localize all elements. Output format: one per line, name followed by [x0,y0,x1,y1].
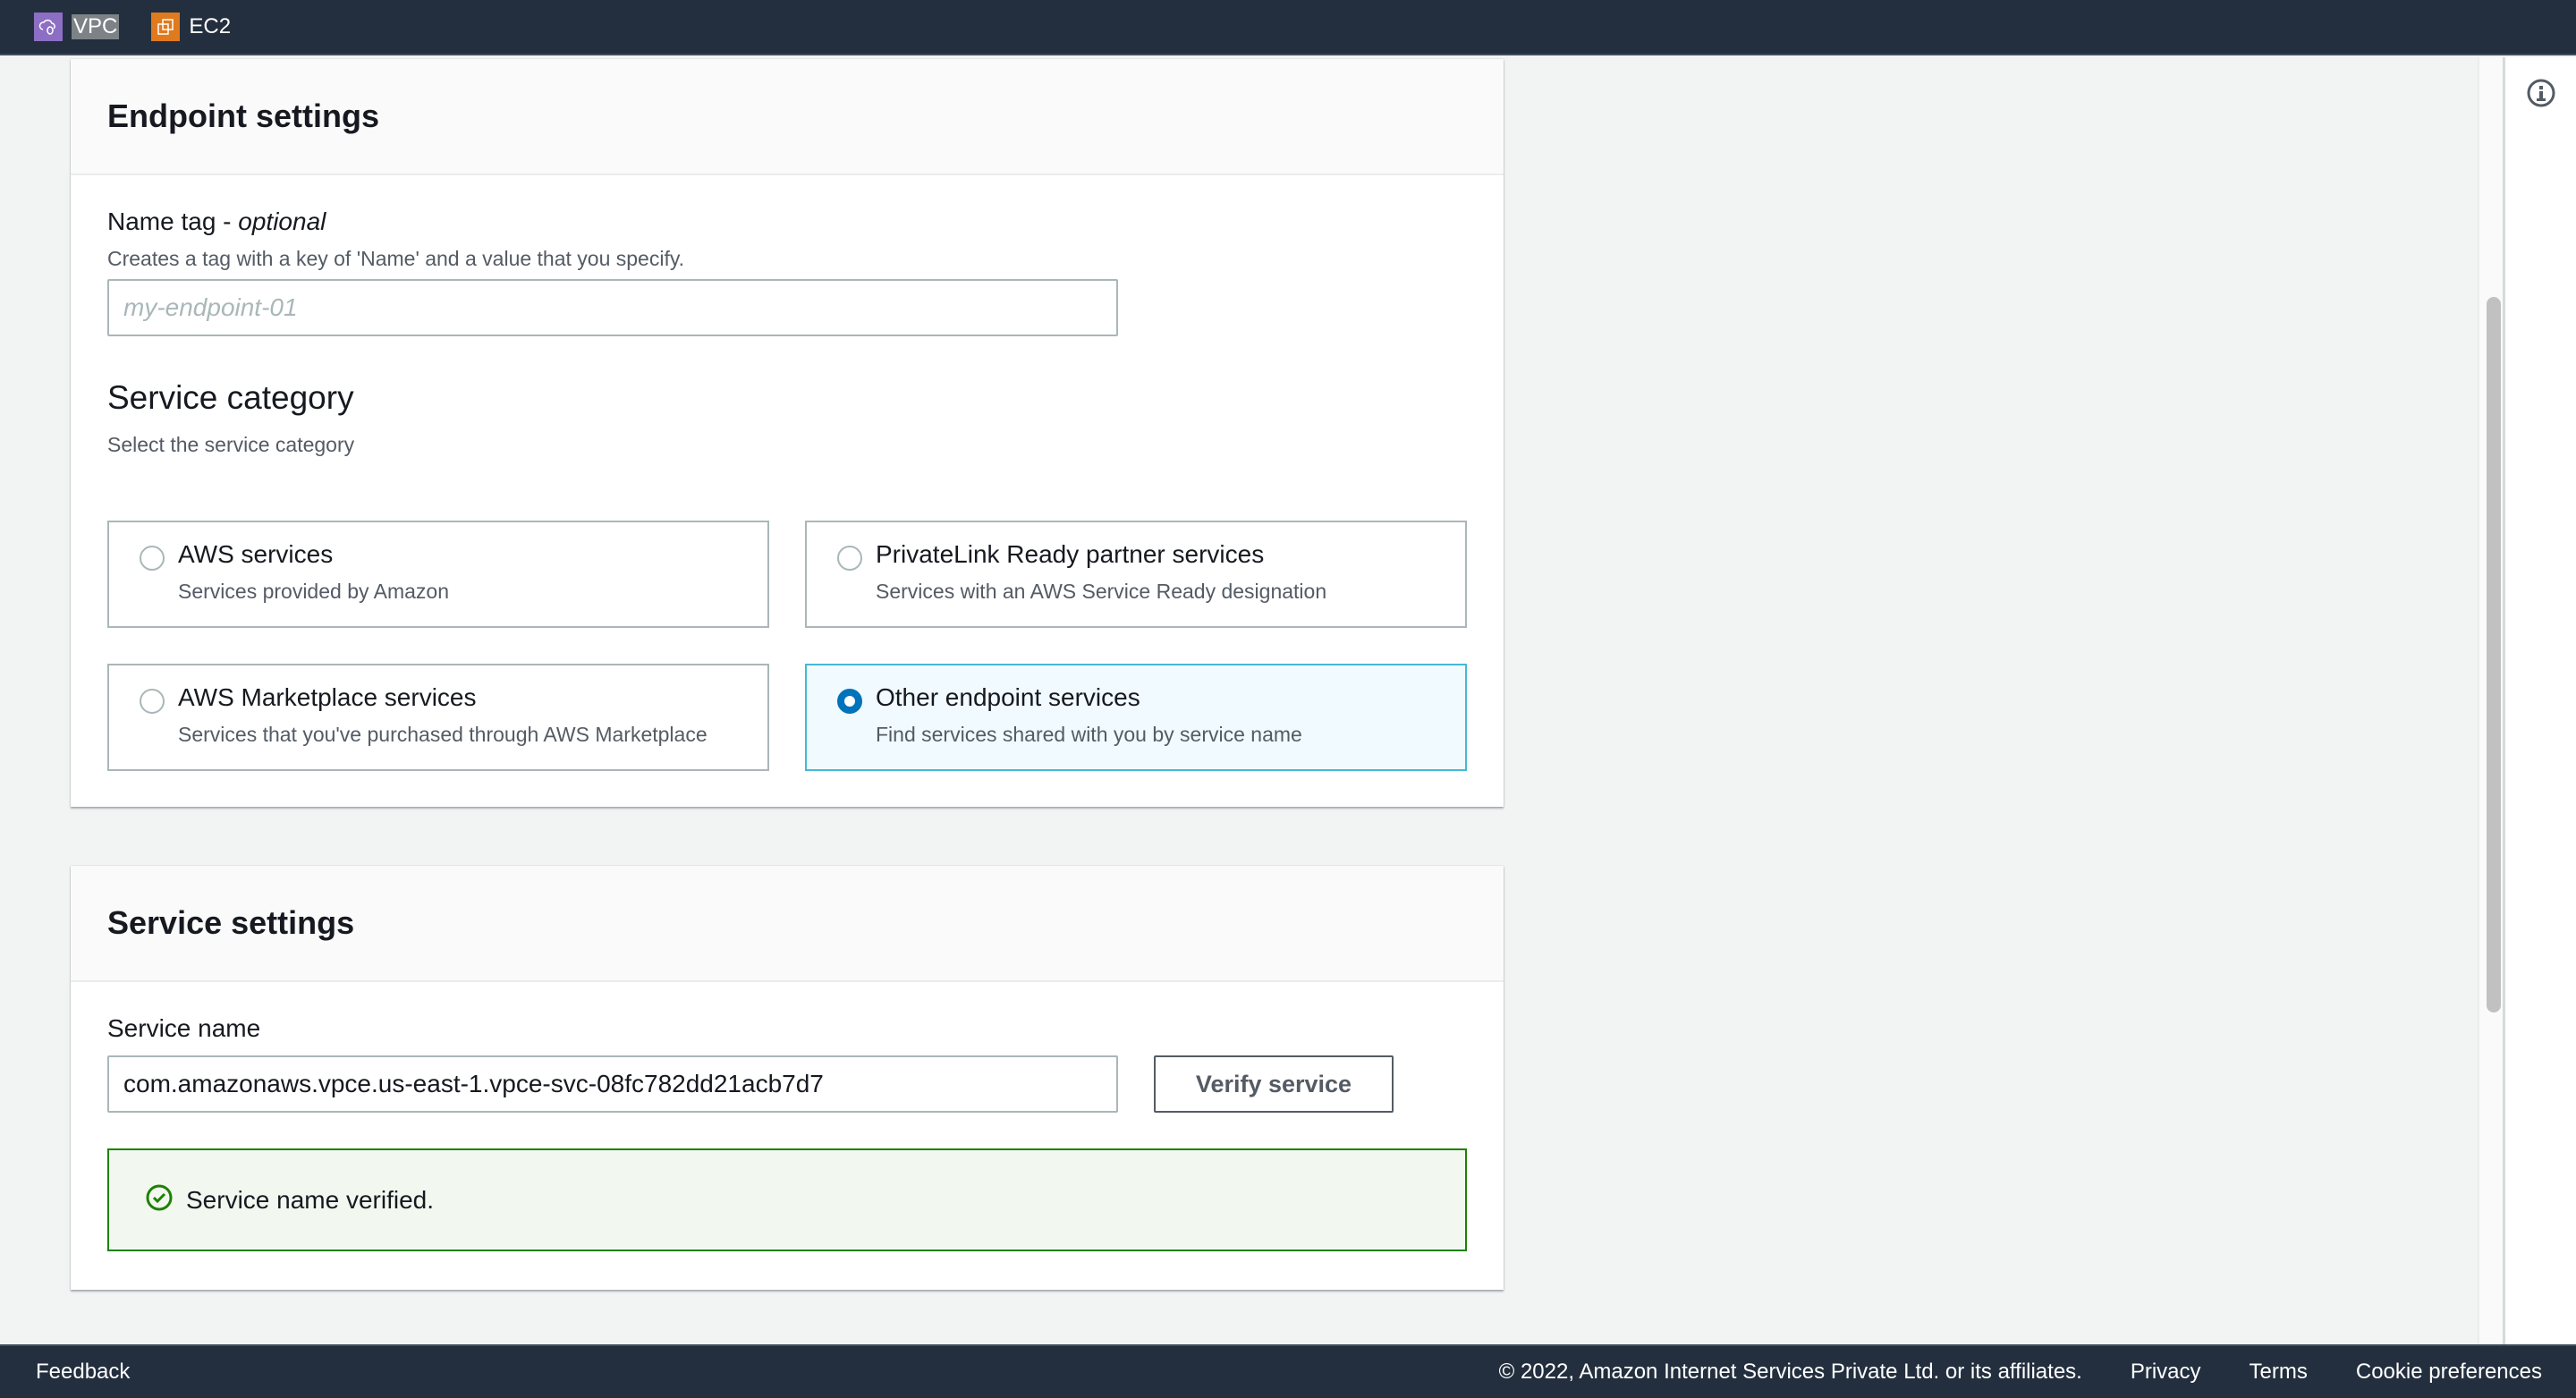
service-shortcut-label: VPC [72,14,120,39]
name-tag-input[interactable]: my-endpoint-01 [107,279,1118,336]
tile-description: Services provided by Amazon [178,580,449,603]
verify-service-button[interactable]: Verify service [1154,1055,1394,1113]
top-navigation-bar: VPC EC2 [0,0,2576,55]
section-title: Endpoint settings [107,97,379,134]
optional-marker: optional [238,208,326,235]
category-tile-aws-marketplace[interactable]: AWS Marketplace services Services that y… [107,664,769,771]
card-header: Service settings [71,866,1504,982]
footer: Feedback © 2022, Amazon Internet Service… [0,1344,2576,1398]
tile-title: PrivateLink Ready partner services [876,540,1265,568]
service-shortcut-vpc[interactable]: VPC [34,13,120,41]
cookie-preferences-link[interactable]: Cookie preferences [2356,1360,2542,1385]
service-settings-card: Service settings Service name com.amazon… [71,866,1504,1290]
tile-title: Other endpoint services [876,683,1140,711]
name-tag-description: Creates a tag with a key of 'Name' and a… [107,247,685,270]
tools-panel [2503,57,2576,1345]
tile-title: AWS services [178,540,334,568]
category-tile-privatelink-partner[interactable]: PrivateLink Ready partner services Servi… [805,521,1467,628]
info-icon[interactable] [2525,77,2557,109]
category-tile-aws-services[interactable]: AWS services Services provided by Amazon [107,521,769,628]
privacy-link[interactable]: Privacy [2131,1360,2201,1385]
tile-description: Find services shared with you by service… [876,723,1302,746]
service-category-description: Select the service category [107,433,355,456]
copyright-text: © 2022, Amazon Internet Services Private… [1498,1360,2082,1384]
feedback-link[interactable]: Feedback [36,1360,130,1385]
name-tag-label: Name tag - optional [107,208,326,236]
tile-title: AWS Marketplace services [178,683,477,711]
check-circle-icon [145,1183,174,1216]
radio-button[interactable] [140,689,165,714]
vpc-icon [34,13,63,41]
radio-button[interactable] [837,546,862,571]
endpoint-settings-card: Endpoint settings Name tag - optional Cr… [71,59,1504,807]
tile-description: Services with an AWS Service Ready desig… [876,580,1327,603]
radio-button[interactable] [140,546,165,571]
service-category-title: Service category [107,379,354,416]
alert-message: Service name verified. [186,1185,435,1214]
page-scrollbar[interactable] [2478,57,2503,1345]
success-alert: Service name verified. [107,1148,1467,1251]
terms-link[interactable]: Terms [2250,1360,2308,1385]
service-name-input[interactable]: com.amazonaws.vpce.us-east-1.vpce-svc-08… [107,1055,1118,1113]
service-name-label: Service name [107,1014,261,1042]
card-header: Endpoint settings [71,59,1504,175]
service-shortcut-label: EC2 [189,14,232,38]
tile-description: Services that you've purchased through A… [178,723,708,746]
radio-button-selected[interactable] [837,689,862,714]
name-tag-label-text: Name tag - [107,208,239,235]
section-title: Service settings [107,904,355,941]
ec2-icon [151,13,181,41]
scrollbar-thumb[interactable] [2487,297,2501,1012]
service-shortcut-ec2[interactable]: EC2 [151,13,231,41]
category-tile-other-endpoint[interactable]: Other endpoint services Find services sh… [805,664,1467,771]
